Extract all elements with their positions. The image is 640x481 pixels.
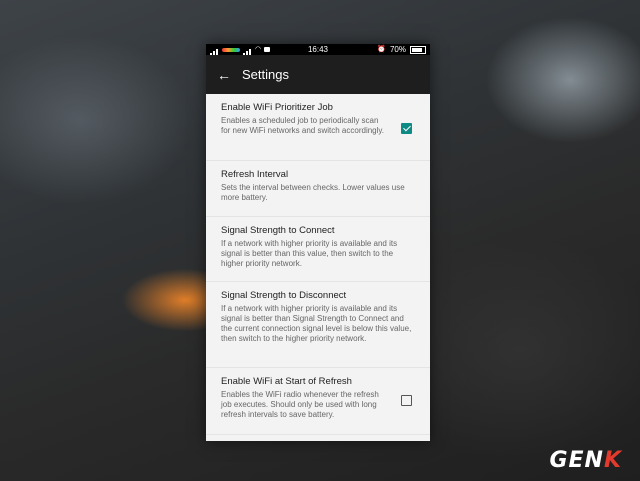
genk-logo: GENK: [549, 448, 622, 473]
back-arrow-icon[interactable]: ←: [206, 67, 242, 83]
setting-title: Enable WiFi at Start of Refresh: [221, 376, 352, 387]
status-bar: ◠ 16:43 ⏰ 70%: [206, 44, 430, 55]
setting-signal-strength-disconnect[interactable]: Signal Strength to Disconnect If a netwo…: [206, 282, 430, 368]
alarm-icon: ⏰: [377, 46, 386, 53]
setting-title: Signal Strength to Disconnect: [221, 290, 347, 301]
app-toolbar: ← Settings: [206, 55, 430, 94]
settings-list: Enable WiFi Prioritizer Job Enables a sc…: [206, 94, 430, 435]
setting-summary: If a network with higher priority is ava…: [221, 239, 398, 268]
setting-summary: Enables a scheduled job to periodically …: [221, 116, 385, 135]
setting-title: Refresh Interval: [221, 169, 289, 180]
logo-accent: K: [603, 448, 622, 473]
setting-enable-wifi-at-start[interactable]: Enable WiFi at Start of Refresh Enables …: [206, 368, 430, 435]
setting-title: Signal Strength to Connect: [221, 225, 335, 236]
setting-signal-strength-connect[interactable]: Signal Strength to Connect If a network …: [206, 217, 430, 282]
setting-title: Enable WiFi Prioritizer Job: [221, 102, 333, 113]
checkbox-checked[interactable]: [401, 123, 412, 134]
setting-summary: Enables the WiFi radio whenever the refr…: [221, 390, 379, 419]
battery-percent: 70%: [389, 45, 406, 54]
setting-enable-wifi-prioritizer-job[interactable]: Enable WiFi Prioritizer Job Enables a sc…: [206, 94, 430, 161]
setting-summary: Sets the interval between checks. Lower …: [221, 183, 405, 202]
battery-icon: [410, 45, 426, 54]
phone-screen: ◠ 16:43 ⏰ 70% ← Settings Enable WiFi Pri…: [206, 44, 430, 441]
logo-main: GEN: [549, 448, 604, 473]
page-title: Settings: [242, 67, 289, 82]
setting-refresh-interval[interactable]: Refresh Interval Sets the interval betwe…: [206, 161, 430, 217]
checkbox-unchecked[interactable]: [401, 395, 412, 406]
status-right: ⏰ 70%: [377, 44, 426, 55]
setting-summary: If a network with higher priority is ava…: [221, 304, 412, 343]
